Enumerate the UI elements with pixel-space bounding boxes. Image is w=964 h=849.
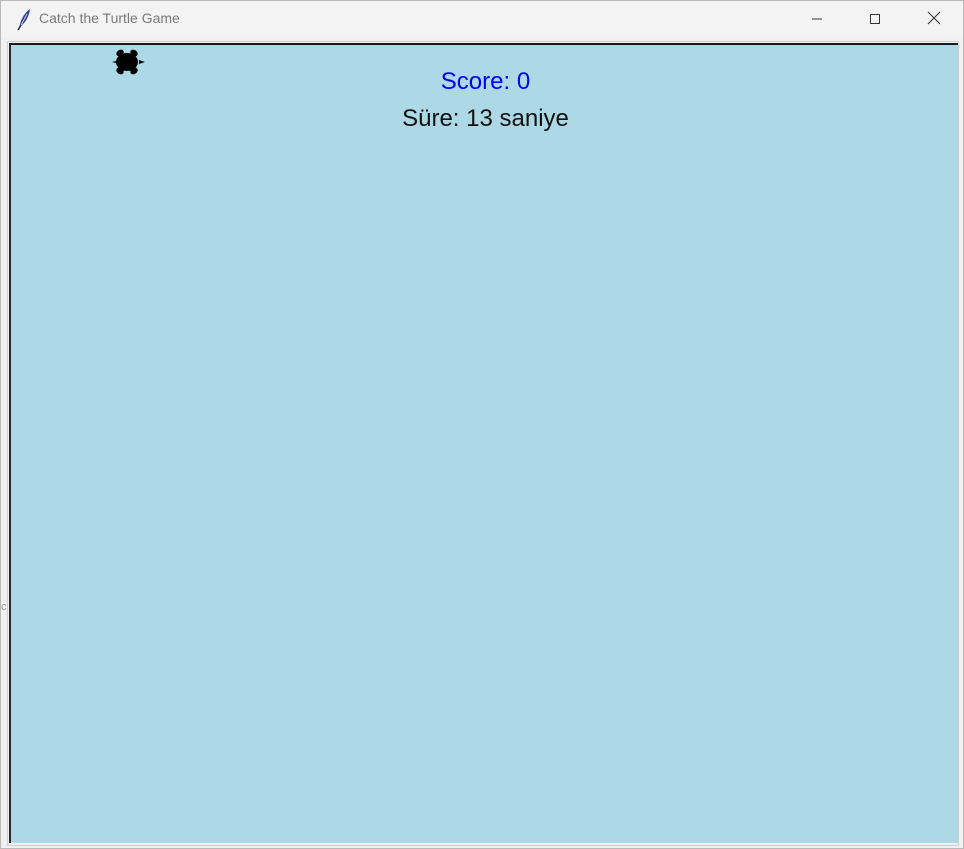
game-canvas[interactable]: Score: 0 Süre: 13 saniye xyxy=(9,43,958,843)
title-bar[interactable]: Catch the Turtle Game xyxy=(1,1,963,37)
feather-icon xyxy=(15,8,33,31)
turtle-icon[interactable] xyxy=(112,48,146,76)
app-window: Catch the Turtle Game Score: 0 Süre: 13 … xyxy=(0,0,964,849)
window-title: Catch the Turtle Game xyxy=(39,10,180,26)
close-icon xyxy=(927,10,941,29)
timer-label: Süre: 13 saniye xyxy=(402,105,569,132)
minimize-icon xyxy=(811,10,823,29)
edge-artifact: c xyxy=(1,601,7,613)
maximize-button[interactable] xyxy=(846,1,904,37)
maximize-icon xyxy=(869,10,881,29)
minimize-button[interactable] xyxy=(788,1,846,37)
close-button[interactable] xyxy=(905,1,963,37)
score-label: Score: 0 xyxy=(440,68,531,95)
